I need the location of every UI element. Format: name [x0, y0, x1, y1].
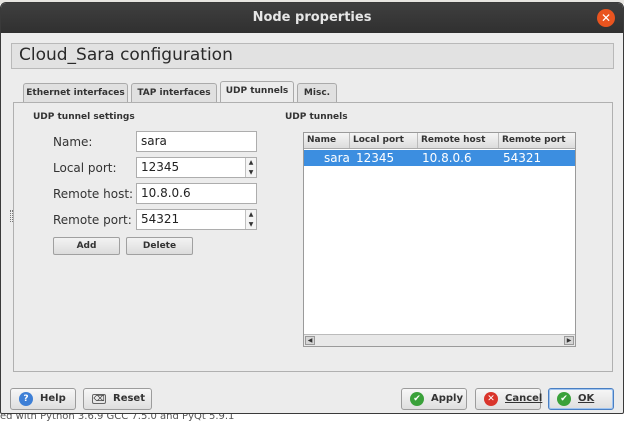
remote-port-spinbox[interactable]: 54321 ▲ ▼ [136, 209, 257, 230]
cancel-button[interactable]: ✕ Cancel [475, 388, 543, 410]
close-button[interactable]: ✕ [597, 9, 615, 27]
name-value: sara [141, 134, 167, 148]
tab-udp-tunnels[interactable]: UDP tunnels [220, 81, 294, 103]
row-local-port: 12345 [356, 151, 395, 165]
row-remote-port: 54321 [503, 151, 542, 165]
udp-tunnels-heading: UDP tunnels [285, 112, 348, 122]
local-port-value: 12345 [141, 160, 180, 174]
column-header-local-port[interactable]: Local port [350, 133, 418, 148]
local-port-stepper[interactable]: ▲ ▼ [245, 158, 256, 177]
cancel-label: Cancel [505, 393, 543, 404]
ok-button[interactable]: ✔ OK [548, 388, 614, 410]
apply-button[interactable]: ✔ Apply [401, 388, 467, 410]
scroll-right-icon[interactable]: ▶ [564, 336, 574, 345]
reset-icon: ⌫ [92, 394, 106, 404]
reset-label: Reset [113, 393, 145, 404]
row-remote-host: 10.8.0.6 [422, 151, 472, 165]
udp-tunnel-settings-heading: UDP tunnel settings [33, 112, 135, 122]
reset-button[interactable]: ⌫ Reset [83, 388, 152, 410]
remote-port-value: 54321 [141, 212, 180, 226]
scroll-left-icon[interactable]: ◀ [305, 336, 315, 345]
udp-tunnels-table: Name Local port Remote host Remote port … [303, 132, 576, 347]
config-title: Cloud_Sara configuration [19, 45, 233, 65]
remote-port-label: Remote port: [53, 213, 132, 227]
name-field[interactable]: sara [136, 131, 257, 152]
window-title: Node properties [252, 10, 372, 25]
horizontal-scrollbar[interactable]: ◀ ▶ [304, 334, 575, 346]
column-header-remote-host[interactable]: Remote host [418, 133, 499, 148]
close-icon: ✕ [600, 11, 612, 25]
spin-down-icon[interactable]: ▼ [246, 220, 256, 229]
help-button[interactable]: ? Help [10, 388, 76, 410]
local-port-spinbox[interactable]: 12345 ▲ ▼ [136, 157, 257, 178]
delete-button[interactable]: Delete [126, 237, 193, 255]
cancel-icon: ✕ [484, 392, 498, 406]
local-port-label: Local port: [53, 161, 117, 175]
add-button[interactable]: Add [53, 237, 120, 255]
tab-tap-interfaces[interactable]: TAP interfaces [131, 83, 217, 103]
background-bottom: ed with Python 3.6.9 GCC 7.5.0 and PyQt … [0, 414, 624, 423]
spin-up-icon[interactable]: ▲ [246, 158, 256, 167]
background-text: ed with Python 3.6.9 GCC 7.5.0 and PyQt … [0, 414, 235, 422]
remote-host-label: Remote host: [53, 187, 134, 201]
spin-down-icon[interactable]: ▼ [246, 168, 256, 177]
table-row[interactable]: sara 12345 10.8.0.6 54321 [304, 150, 575, 166]
remote-host-value: 10.8.0.6 [141, 186, 191, 200]
checkmark-icon: ✔ [410, 392, 424, 406]
name-label: Name: [53, 135, 93, 149]
column-header-name[interactable]: Name [304, 133, 350, 148]
title-bar: Node properties ✕ [1, 3, 623, 33]
remote-host-field[interactable]: 10.8.0.6 [136, 183, 257, 204]
ok-label: OK [578, 393, 595, 404]
row-name: sara [324, 151, 350, 165]
node-properties-dialog: Node properties ✕ Cloud_Sara configurati… [0, 2, 624, 414]
apply-label: Apply [431, 393, 464, 404]
dialog-button-bar: ? Help ⌫ Reset ✔ Apply ✕ Cancel ✔ OK [1, 388, 623, 413]
spin-up-icon[interactable]: ▲ [246, 210, 256, 219]
config-header: Cloud_Sara configuration [11, 43, 614, 69]
column-header-remote-port[interactable]: Remote port [499, 133, 576, 148]
tab-ethernet-interfaces[interactable]: Ethernet interfaces [23, 83, 128, 103]
checkmark-icon: ✔ [557, 392, 571, 406]
help-label: Help [40, 393, 66, 404]
help-icon: ? [19, 392, 33, 406]
tab-misc[interactable]: Misc. [297, 83, 337, 103]
remote-port-stepper[interactable]: ▲ ▼ [245, 210, 256, 229]
table-header: Name Local port Remote host Remote port [304, 133, 575, 149]
